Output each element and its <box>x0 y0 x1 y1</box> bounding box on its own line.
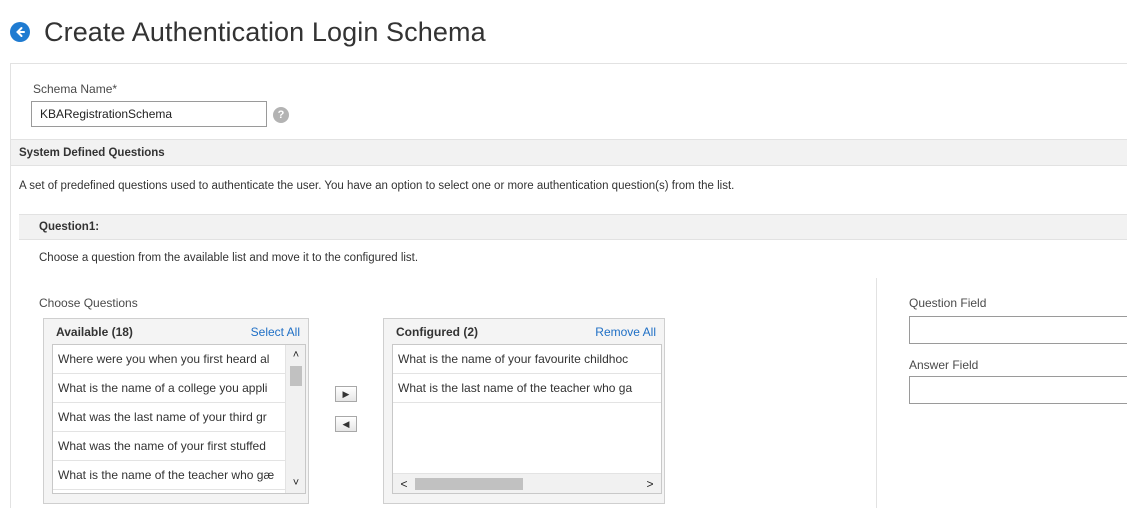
available-title: Available (18) <box>56 324 133 339</box>
question-field-label: Question Field <box>909 296 987 310</box>
back-arrow-icon[interactable] <box>10 22 30 42</box>
configured-title: Configured (2) <box>396 324 478 339</box>
scroll-up-icon[interactable]: ˄ <box>286 347 305 363</box>
configured-list[interactable]: What is the name of your favourite child… <box>392 344 662 494</box>
scroll-down-icon[interactable]: ˅ <box>286 475 305 491</box>
scroll-thumb[interactable] <box>290 366 302 386</box>
question1-description: Choose a question from the available lis… <box>39 252 419 264</box>
question1-header[interactable]: Question1: <box>19 214 1127 240</box>
system-questions-header[interactable]: System Defined Questions <box>11 139 1127 166</box>
schema-form-panel: Schema Name* ? System Defined Questions … <box>10 63 1127 508</box>
system-questions-description: A set of predefined questions used to au… <box>19 180 735 192</box>
page-header: Create Authentication Login Schema <box>10 14 486 50</box>
choose-questions-label: Choose Questions <box>39 296 138 310</box>
list-item[interactable]: What is the last name of the teacher who… <box>393 374 661 403</box>
answer-field-input[interactable] <box>909 376 1127 404</box>
list-item[interactable]: What was the name of your first stuffed <box>53 432 285 461</box>
move-left-button[interactable]: ◀ <box>335 416 357 432</box>
schema-name-label: Schema Name* <box>33 82 118 96</box>
list-item[interactable]: What is the name of a college you appli <box>53 374 285 403</box>
remove-all-link[interactable]: Remove All <box>595 325 656 339</box>
horizontal-scrollbar[interactable]: < > <box>393 473 661 493</box>
page-title: Create Authentication Login Schema <box>44 16 486 47</box>
list-item[interactable]: What is the name of your favourite child… <box>393 345 661 374</box>
available-list[interactable]: Where were you when you first heard al W… <box>52 344 306 494</box>
configured-questions-box: Configured (2) Remove All What is the na… <box>383 318 665 504</box>
list-item[interactable]: What was the last name of your third gr <box>53 403 285 432</box>
help-icon[interactable]: ? <box>273 107 289 123</box>
configured-header: Configured (2) Remove All <box>384 319 664 344</box>
list-item[interactable]: What is the name of the teacher who gæ <box>53 461 285 490</box>
list-item[interactable]: Where were you when you first heard al <box>53 345 285 374</box>
scroll-right-icon[interactable]: > <box>641 474 659 493</box>
vertical-scrollbar[interactable]: ˄ ˅ <box>285 345 305 493</box>
scroll-thumb[interactable] <box>415 478 523 490</box>
scroll-left-icon[interactable]: < <box>395 474 413 493</box>
move-right-button[interactable]: ▶ <box>335 386 357 402</box>
column-divider <box>876 278 877 508</box>
question-field-input[interactable] <box>909 316 1127 344</box>
available-questions-box: Available (18) Select All Where were you… <box>43 318 309 504</box>
schema-name-input[interactable] <box>31 101 267 127</box>
available-header: Available (18) Select All <box>44 319 308 344</box>
answer-field-label: Answer Field <box>909 358 979 372</box>
select-all-link[interactable]: Select All <box>251 325 300 339</box>
